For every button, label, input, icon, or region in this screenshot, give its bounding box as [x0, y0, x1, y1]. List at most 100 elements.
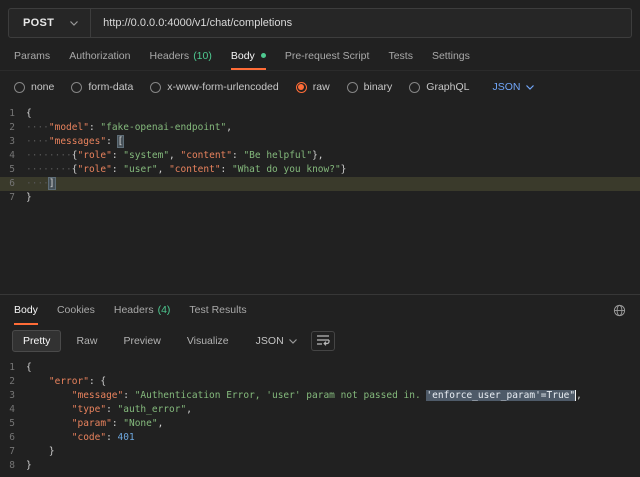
body-type-graphql[interactable]: GraphQL: [409, 81, 469, 93]
response-body-editor[interactable]: 1{2 "error": {3 "message": "Authenticati…: [0, 358, 640, 477]
request-tab-authorization[interactable]: Authorization: [69, 41, 130, 70]
code-line-3[interactable]: 3····"messages": [: [0, 135, 640, 149]
tab-label: Test Results: [189, 304, 246, 316]
request-tab-settings[interactable]: Settings: [432, 41, 470, 70]
chevron-down-icon: [526, 85, 534, 90]
body-type-label: form-data: [88, 81, 133, 93]
line-content: ····]: [26, 177, 55, 191]
view-visualize[interactable]: Visualize: [176, 330, 240, 352]
code-line-1[interactable]: 1{: [0, 107, 640, 121]
code-line-6[interactable]: 6····]: [0, 177, 640, 191]
response-language-label: JSON: [256, 335, 284, 347]
line-content: {: [26, 361, 32, 375]
body-type-row: none form-data x-www-form-urlencoded raw bin…: [0, 71, 640, 103]
chevron-down-icon: [289, 339, 297, 344]
url-input[interactable]: http://0.0.0.0:4000/v1/chat/completions: [91, 9, 631, 37]
line-content: ········{"role": "system", "content": "B…: [26, 149, 324, 163]
code-line-5[interactable]: 5 "param": "None",: [0, 417, 640, 431]
line-number: 3: [0, 389, 26, 403]
body-type-label: GraphQL: [426, 81, 469, 93]
globe-icon[interactable]: [613, 304, 626, 317]
response-tab-headers[interactable]: Headers (4): [114, 295, 171, 325]
line-content: "type": "auth_error",: [26, 403, 192, 417]
code-line-7[interactable]: 7}: [0, 191, 640, 205]
tab-label: Body: [231, 50, 255, 62]
body-type-none[interactable]: none: [14, 81, 54, 93]
body-language-select[interactable]: JSON: [492, 81, 533, 93]
request-body-editor[interactable]: 1{2····"model": "fake-openai-endpoint",3…: [0, 103, 640, 294]
line-number: 4: [0, 403, 26, 417]
code-line-2[interactable]: 2····"model": "fake-openai-endpoint",: [0, 121, 640, 135]
response-tab-body[interactable]: Body: [14, 295, 38, 325]
code-line-4[interactable]: 4 "type": "auth_error",: [0, 403, 640, 417]
code-line-2[interactable]: 2 "error": {: [0, 375, 640, 389]
response-header-icons: [613, 304, 626, 317]
view-pretty[interactable]: Pretty: [12, 330, 61, 352]
code-line-7[interactable]: 7 }: [0, 445, 640, 459]
response-view-toolbar: PrettyRawPreviewVisualize JSON: [0, 325, 640, 358]
code-line-5[interactable]: 5········{"role": "user", "content": "Wh…: [0, 163, 640, 177]
response-code: 1{2 "error": {3 "message": "Authenticati…: [0, 361, 640, 473]
request-tab-params[interactable]: Params: [14, 41, 50, 70]
line-content: "message": "Authentication Error, 'user'…: [26, 389, 582, 403]
tab-count: (10): [193, 50, 212, 62]
tab-label: Headers: [114, 304, 154, 316]
radio-form-data[interactable]: [71, 82, 82, 93]
radio-binary[interactable]: [347, 82, 358, 93]
body-type-binary[interactable]: binary: [347, 81, 393, 93]
tab-label: Tests: [388, 50, 413, 62]
code-line-3[interactable]: 3 "message": "Authentication Error, 'use…: [0, 389, 640, 403]
response-tabs: Body Cookies Headers (4) Test Results: [14, 295, 247, 325]
method-select[interactable]: POST: [9, 9, 91, 37]
response-language-select[interactable]: JSON: [256, 335, 297, 347]
tab-count: (4): [158, 304, 171, 316]
response-view-buttons: PrettyRawPreviewVisualize: [12, 330, 240, 352]
code-line-1[interactable]: 1{: [0, 361, 640, 375]
response-tab-test-results[interactable]: Test Results: [189, 295, 246, 325]
request-tab-tests[interactable]: Tests: [388, 41, 413, 70]
response-tab-cookies[interactable]: Cookies: [57, 295, 95, 325]
tab-label: Settings: [432, 50, 470, 62]
tab-label: Body: [14, 304, 38, 316]
line-content: "param": "None",: [26, 417, 163, 431]
chevron-down-icon: [70, 21, 78, 26]
code-line-4[interactable]: 4········{"role": "system", "content": "…: [0, 149, 640, 163]
api-client-app: POST http://0.0.0.0:4000/v1/chat/complet…: [0, 0, 640, 477]
body-type-label: raw: [313, 81, 330, 93]
view-preview[interactable]: Preview: [112, 330, 171, 352]
tab-label: Cookies: [57, 304, 95, 316]
radio-graphql[interactable]: [409, 82, 420, 93]
line-content: "code": 401: [26, 431, 135, 445]
radio-none[interactable]: [14, 82, 25, 93]
body-type-raw[interactable]: raw: [296, 81, 330, 93]
line-number: 8: [0, 459, 26, 473]
line-content: }: [26, 191, 32, 205]
body-type-options: none form-data x-www-form-urlencoded raw bin…: [14, 81, 469, 93]
line-number: 1: [0, 361, 26, 375]
wrap-text-button[interactable]: [311, 331, 335, 351]
url-text: http://0.0.0.0:4000/v1/chat/completions: [103, 17, 292, 29]
radio-x-www-form-urlencoded[interactable]: [150, 82, 161, 93]
line-content: {: [26, 107, 32, 121]
line-number: 4: [0, 149, 26, 163]
request-tabs: Params Authorization Headers(10) Body Pre-re…: [0, 41, 640, 71]
radio-raw[interactable]: [296, 82, 307, 93]
body-type-label: binary: [364, 81, 393, 93]
body-language-label: JSON: [492, 81, 520, 93]
code-line-8[interactable]: 8}: [0, 459, 640, 473]
body-type-label: x-www-form-urlencoded: [167, 81, 278, 93]
request-tab-headers[interactable]: Headers(10): [149, 41, 211, 70]
line-content: "error": {: [26, 375, 106, 389]
response-section: Body Cookies Headers (4) Test Results Pretty…: [0, 294, 640, 477]
request-tab-body[interactable]: Body: [231, 41, 266, 70]
body-type-form-data[interactable]: form-data: [71, 81, 133, 93]
line-content: ····"messages": [: [26, 135, 123, 149]
wrap-text-icon: [316, 334, 330, 349]
view-raw[interactable]: Raw: [65, 330, 108, 352]
request-tab-pre-request-script[interactable]: Pre-request Script: [285, 41, 370, 70]
tab-label: Params: [14, 50, 50, 62]
request-url-bar: POST http://0.0.0.0:4000/v1/chat/complet…: [8, 8, 632, 38]
method-label: POST: [23, 17, 54, 29]
code-line-6[interactable]: 6 "code": 401: [0, 431, 640, 445]
body-type-x-www-form-urlencoded[interactable]: x-www-form-urlencoded: [150, 81, 278, 93]
